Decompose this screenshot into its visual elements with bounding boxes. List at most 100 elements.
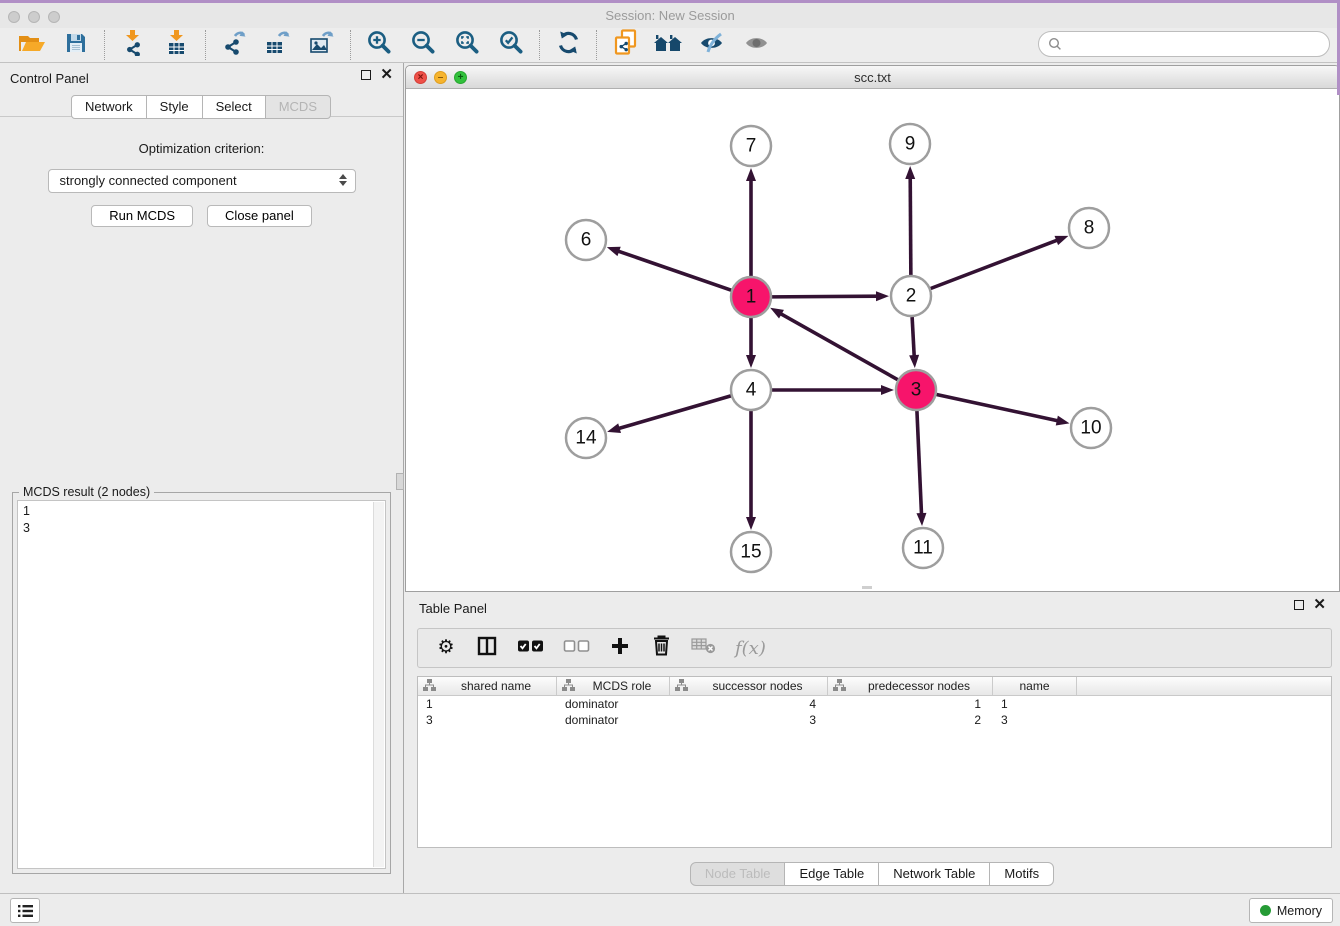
edge-3-1[interactable]	[780, 313, 898, 379]
column-header-shared-name[interactable]: shared name	[418, 677, 557, 695]
select-all-checkboxes-button[interactable]	[517, 639, 544, 658]
save-session-button[interactable]	[57, 30, 95, 60]
import-table-button[interactable]	[158, 30, 196, 60]
cell-successor-nodes[interactable]: 3	[670, 713, 828, 727]
first-neighbors-button[interactable]	[650, 30, 688, 60]
cell-name[interactable]: 3	[993, 713, 1077, 727]
cell-predecessor-nodes[interactable]: 1	[828, 697, 993, 711]
edge-2-3[interactable]	[912, 317, 914, 357]
column-header-predecessor-nodes[interactable]: predecessor nodes	[828, 677, 993, 695]
network-view-window: × – + scc.txt 7968124314101511	[405, 65, 1340, 592]
cell-MCDS-role[interactable]: dominator	[557, 713, 670, 727]
edge-4-14[interactable]	[618, 396, 731, 429]
import-network-button[interactable]	[114, 30, 152, 60]
delete-column-icon	[652, 634, 671, 662]
settings-gear-button[interactable]: ⚙	[435, 638, 457, 658]
add-column-icon	[610, 636, 630, 661]
edge-3-10[interactable]	[937, 394, 1059, 421]
float-table-panel-icon[interactable]	[1294, 600, 1304, 610]
add-column-button[interactable]	[609, 636, 631, 661]
criterion-dropdown[interactable]: strongly connected component	[48, 169, 356, 193]
table-panel: Table Panel ✕ ⚙f(x) shared nameMCDS role…	[405, 595, 1340, 890]
table-row[interactable]: 1dominator411	[418, 696, 1331, 712]
tab-mcds[interactable]: MCDS	[265, 95, 331, 119]
canvas-resize-grip[interactable]	[862, 586, 872, 589]
tab-motifs[interactable]: Motifs	[989, 862, 1054, 886]
panel-divider-grip[interactable]	[396, 473, 404, 490]
close-panel-icon[interactable]: ✕	[380, 70, 393, 80]
refresh-layout-button[interactable]	[549, 30, 587, 60]
open-session-icon	[18, 31, 46, 60]
export-network-button[interactable]	[215, 30, 253, 60]
zoom-out-button[interactable]	[404, 30, 442, 60]
export-image-button[interactable]	[303, 30, 341, 60]
edge-arrowhead-1-7	[746, 168, 756, 181]
node-label-2: 2	[906, 286, 917, 307]
tab-edge-table[interactable]: Edge Table	[784, 862, 879, 886]
import-table-icon	[165, 29, 189, 61]
zoom-selected-button[interactable]	[492, 30, 530, 60]
tab-style[interactable]: Style	[146, 95, 203, 119]
split-columns-button[interactable]	[476, 636, 498, 661]
memory-button[interactable]: Memory	[1249, 898, 1333, 923]
column-header-name[interactable]: name	[993, 677, 1077, 695]
mcds-result-line: 3	[23, 520, 380, 537]
cell-name[interactable]: 1	[993, 697, 1077, 711]
mcds-result-label: MCDS result (2 nodes)	[19, 485, 154, 499]
tree-sort-icon	[557, 679, 575, 694]
function-builder-button: f(x)	[735, 638, 766, 659]
column-header-successor-nodes[interactable]: successor nodes	[670, 677, 828, 695]
tab-select[interactable]: Select	[202, 95, 266, 119]
close-table-panel-icon[interactable]: ✕	[1313, 600, 1326, 610]
delete-table-button	[691, 637, 716, 659]
delete-column-button[interactable]	[650, 634, 672, 662]
split-columns-icon	[477, 636, 497, 661]
table-row[interactable]: 3dominator323	[418, 712, 1331, 728]
tab-network-table[interactable]: Network Table	[878, 862, 990, 886]
open-session-button[interactable]	[13, 30, 51, 60]
hide-selected-icon	[699, 31, 728, 60]
zoom-in-icon	[366, 29, 393, 61]
export-table-button[interactable]	[259, 30, 297, 60]
show-all-button[interactable]	[738, 30, 776, 60]
edge-1-2[interactable]	[772, 296, 878, 297]
control-panel: Control Panel ✕ NetworkStyleSelectMCDS O…	[0, 63, 404, 893]
run-mcds-button[interactable]: Run MCDS	[91, 205, 193, 227]
search-field[interactable]	[1038, 31, 1330, 57]
edge-2-8[interactable]	[931, 240, 1059, 289]
mcds-result-textarea[interactable]: 13	[17, 500, 386, 869]
zoom-in-button[interactable]	[360, 30, 398, 60]
node-table: shared nameMCDS rolesuccessor nodesprede…	[417, 676, 1332, 848]
import-network-icon	[121, 29, 145, 61]
zoom-fit-button[interactable]	[448, 30, 486, 60]
result-scrollbar[interactable]	[373, 502, 384, 867]
edge-arrowhead-2-8	[1055, 236, 1069, 245]
tab-node-table[interactable]: Node Table	[690, 862, 786, 886]
node-label-10: 10	[1080, 418, 1101, 439]
close-panel-button[interactable]: Close panel	[207, 205, 312, 227]
edge-arrowhead-3-11	[916, 513, 926, 526]
cell-successor-nodes[interactable]: 4	[670, 697, 828, 711]
duplicate-network-button[interactable]	[606, 30, 644, 60]
zoom-selected-icon	[498, 29, 525, 61]
cell-predecessor-nodes[interactable]: 2	[828, 713, 993, 727]
tab-network[interactable]: Network	[71, 95, 147, 119]
network-canvas[interactable]: 7968124314101511	[406, 89, 1339, 591]
edge-arrowhead-4-15	[746, 517, 756, 530]
float-panel-icon[interactable]	[361, 70, 371, 80]
tree-sort-icon	[828, 679, 846, 694]
status-bar: Memory	[0, 893, 1340, 926]
search-input[interactable]	[1067, 37, 1329, 52]
deselect-all-checkboxes-button[interactable]	[563, 639, 590, 658]
edge-3-11[interactable]	[917, 411, 922, 515]
hide-selected-button[interactable]	[694, 30, 732, 60]
cell-shared-name[interactable]: 1	[418, 697, 557, 711]
tree-sort-icon	[418, 679, 436, 694]
edge-1-6[interactable]	[617, 251, 731, 290]
column-header-MCDS-role[interactable]: MCDS role	[557, 677, 670, 695]
network-window-titlebar[interactable]: × – + scc.txt	[406, 66, 1339, 89]
cell-MCDS-role[interactable]: dominator	[557, 697, 670, 711]
cell-shared-name[interactable]: 3	[418, 713, 557, 727]
task-history-button[interactable]	[10, 898, 40, 923]
edge-2-9[interactable]	[910, 177, 911, 275]
